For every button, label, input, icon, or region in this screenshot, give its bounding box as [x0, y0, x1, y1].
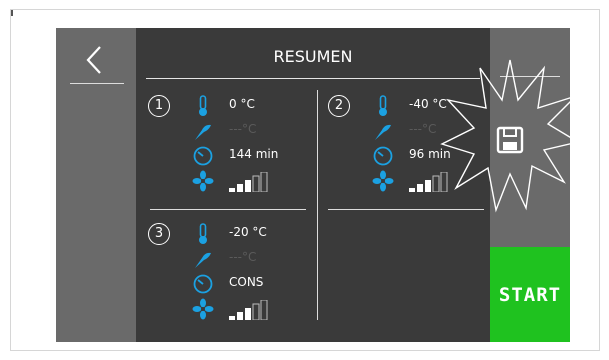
- fan-bar: [245, 180, 251, 192]
- fan-bar: [237, 184, 243, 192]
- core-probe-icon: [375, 124, 391, 140]
- fan-bar: [432, 175, 440, 192]
- thermometer-icon: [199, 223, 207, 244]
- thermometer-icon: [199, 95, 207, 116]
- phase-number-badge: 3: [148, 223, 170, 245]
- probe-value: ---°C: [409, 122, 437, 136]
- fan-icon: [372, 170, 394, 192]
- fan-bar: [252, 175, 260, 192]
- thermometer-icon: [379, 95, 387, 116]
- save-button[interactable]: [440, 58, 580, 218]
- fan-bar: [260, 300, 268, 320]
- fan-bar: [425, 180, 431, 192]
- probe-row: ---°C: [192, 120, 316, 142]
- clock-icon: [193, 274, 213, 294]
- phase-1: 1 0 °C ---°C 144 min: [148, 95, 318, 205]
- time-value: 144 min: [229, 147, 279, 161]
- clock-icon: [373, 146, 393, 166]
- probe-value: ---°C: [229, 250, 257, 264]
- phase-number-badge: 1: [148, 95, 170, 117]
- fan-bar: [260, 172, 268, 192]
- phase-number-badge: 2: [328, 95, 350, 117]
- control-panel: RESUMEN 1 0 °C ---°C 144 min 2 -40 °C --…: [56, 28, 580, 342]
- temperature-row: -20 °C: [192, 223, 316, 245]
- core-probe-icon: [195, 252, 211, 268]
- fan-bar: [237, 312, 243, 320]
- probe-row: ---°C: [192, 248, 316, 270]
- fan-icon: [192, 170, 214, 192]
- fan-bar: [245, 308, 251, 320]
- temperature-value: 0 °C: [229, 97, 255, 111]
- temperature-value: -20 °C: [229, 225, 267, 239]
- fan-speed-bars: [229, 172, 268, 192]
- temperature-row: 0 °C: [192, 95, 316, 117]
- fan-speed-bars: [229, 300, 268, 320]
- phase-3: 3 -20 °C ---°C CONS: [148, 223, 318, 333]
- probe-value: ---°C: [229, 122, 257, 136]
- back-button[interactable]: [70, 38, 124, 84]
- fan-bar: [417, 184, 423, 192]
- page-title: RESUMEN: [273, 47, 353, 66]
- core-probe-icon: [195, 124, 211, 140]
- fan-bar: [252, 303, 260, 320]
- fan-bar: [229, 316, 235, 320]
- fan-bar: [229, 188, 235, 192]
- fan-row: [192, 170, 316, 192]
- chevron-left-icon: [86, 46, 101, 74]
- fan-bar: [409, 188, 415, 192]
- clock-icon: [193, 146, 213, 166]
- left-rail: [56, 28, 136, 342]
- floppy-disk-icon: [496, 126, 524, 154]
- fan-row: [192, 298, 316, 320]
- title-divider: [146, 78, 480, 79]
- fan-icon: [192, 298, 214, 320]
- time-value: CONS: [229, 275, 264, 289]
- time-row: 144 min: [192, 145, 316, 167]
- start-button[interactable]: START: [490, 247, 570, 342]
- corner-mark: [11, 10, 13, 16]
- time-row: CONS: [192, 273, 316, 295]
- horizontal-divider-left: [150, 209, 306, 210]
